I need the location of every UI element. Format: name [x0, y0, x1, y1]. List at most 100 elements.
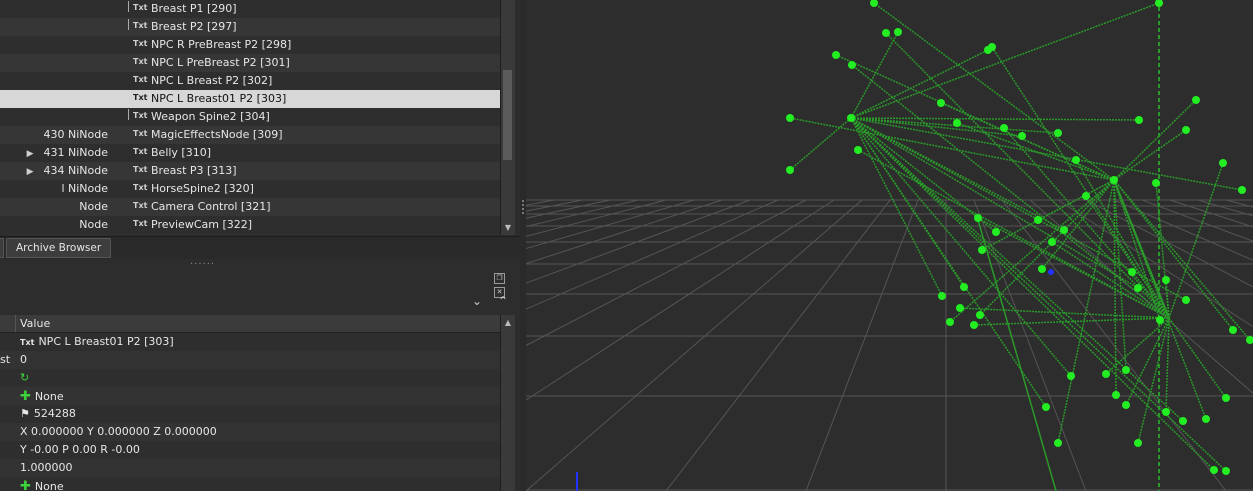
bone-node: [1222, 467, 1230, 475]
bone-link: [977, 219, 1057, 491]
tree-row[interactable]: 430 NiNode Txt MagicEffectsNode [309]: [0, 126, 500, 144]
node-index: [98, 38, 108, 51]
scroll-down-arrow-icon[interactable]: ▼: [503, 223, 513, 233]
text-node-icon: Txt: [133, 147, 148, 156]
tree-scrollbar-thumb[interactable]: [503, 70, 512, 160]
grid-line: [526, 199, 779, 310]
node-name: Belly [310]: [151, 146, 212, 159]
bone-node: [974, 214, 982, 222]
bone-node: [1060, 226, 1068, 234]
bone-node: [1082, 192, 1090, 200]
node-index: [98, 110, 108, 123]
tab-hidden[interactable]: [0, 238, 4, 258]
bone-node: [1162, 276, 1170, 284]
splitter-grip-icon[interactable]: ......: [190, 256, 215, 267]
bone-link: [1113, 179, 1170, 319]
tree-scrollbar[interactable]: ▼: [500, 0, 515, 235]
tree-row[interactable]: ▶ 431 NiNode Txt Belly [310]: [0, 144, 500, 162]
property-row[interactable]: st 0: [0, 351, 500, 369]
property-row[interactable]: ✚ None: [0, 387, 500, 405]
grid-line: [665, 199, 891, 491]
tree-row[interactable]: Node Txt PreviewCam [322]: [0, 216, 500, 234]
property-row[interactable]: ⚑ 524288: [0, 405, 500, 423]
bone-node: [970, 321, 978, 329]
value-column-header[interactable]: Value: [20, 317, 50, 330]
node-tree[interactable]: Txt Breast P1 [290] Txt Breast P2 [297] Txt N…: [0, 0, 500, 235]
tree-row[interactable]: Txt Weapon Spine2 [304]: [0, 108, 500, 126]
tree-row[interactable]: Txt Breast P1 [290]: [0, 0, 500, 18]
bone-node: [946, 318, 954, 326]
property-value: Txt NPC L Breast01 P2 [303]: [20, 335, 174, 348]
node-index: Node: [79, 218, 108, 231]
property-row[interactable]: Y -0.00 P 0.00 R -0.00: [0, 441, 500, 459]
bone-node: [1182, 296, 1190, 304]
tree-row[interactable]: Txt Breast P2 [297]: [0, 18, 500, 36]
property-value: X 0.000000 Y 0.000000 Z 0.000000: [20, 425, 217, 438]
tree-row[interactable]: Txt NPC L Breast P2 [302]: [0, 72, 500, 90]
node-index: Node: [79, 200, 108, 213]
tree-row[interactable]: l NiNode Txt HorseSpine2 [320]: [0, 180, 500, 198]
bone-node: [1038, 265, 1046, 273]
dock-tab-bar: Archive Browser: [0, 236, 520, 259]
bone-link: [850, 49, 989, 119]
text-node-icon: Txt: [133, 93, 148, 102]
bone-link: [1051, 241, 1170, 319]
tree-row[interactable]: Txt NPC R PreBreast P2 [298]: [0, 36, 500, 54]
text-node-icon: Txt: [133, 219, 148, 228]
expand-arrow-icon[interactable]: ▶: [27, 149, 34, 159]
property-row[interactable]: 1.000000: [0, 459, 500, 477]
bone-node: [894, 28, 902, 36]
scene-canvas[interactable]: [526, 0, 1253, 491]
bone-node: [1102, 370, 1110, 378]
tree-row[interactable]: ▶ 434 NiNode Txt Breast P3 [313]: [0, 162, 500, 180]
bone-link: [1113, 179, 1117, 396]
property-value: ✚ None: [20, 479, 64, 491]
tree-row[interactable]: Txt NPC L Breast01 P2 [303]: [0, 90, 500, 108]
bone-link: [873, 2, 1115, 181]
bone-node: [1222, 394, 1230, 402]
bone-node: [1067, 372, 1075, 380]
bone-node: [1202, 415, 1210, 423]
bone-node: [976, 311, 984, 319]
selected-node-marker: [1048, 269, 1054, 275]
property-row[interactable]: ✚ None: [0, 477, 500, 491]
bone-node: [1155, 0, 1163, 7]
node-name: MagicEffectsNode [309]: [151, 128, 283, 141]
refresh-icon: ↻: [20, 371, 30, 384]
property-row[interactable]: ↻: [0, 369, 500, 387]
node-name: NPC R PreBreast P2 [298]: [151, 38, 292, 51]
bone-node: [1072, 156, 1080, 164]
bone-node: [938, 292, 946, 300]
bone-node: [1210, 466, 1218, 474]
3d-viewport[interactable]: [526, 0, 1253, 491]
node-index: [98, 92, 108, 105]
scroll-up-arrow-icon[interactable]: ▲: [503, 318, 513, 328]
expand-all-icon[interactable]: ⌃: [498, 294, 508, 308]
bone-node: [978, 246, 986, 254]
bone-link: [850, 2, 1160, 119]
bone-node: [1134, 439, 1142, 447]
bone-node: [854, 146, 862, 154]
bone-node: [1034, 216, 1042, 224]
node-index: ▶ 434 NiNode: [26, 164, 108, 177]
bone-node: [984, 46, 992, 54]
expand-arrow-icon[interactable]: ▶: [27, 167, 34, 177]
property-row[interactable]: Txt NPC L Breast01 P2 [303]: [0, 333, 500, 351]
collapse-all-icon[interactable]: ⌄: [472, 294, 482, 308]
bone-node: [1156, 316, 1164, 324]
bone-node: [1054, 129, 1062, 137]
text-node-icon: Txt: [133, 75, 148, 84]
text-node-icon: Txt: [127, 109, 148, 120]
grid-line: [526, 199, 667, 237]
property-row[interactable]: X 0.000000 Y 0.000000 Z 0.000000: [0, 423, 500, 441]
float-panel-icon[interactable]: ❐: [494, 273, 505, 284]
tree-row[interactable]: Txt NPC L PreBreast P2 [301]: [0, 54, 500, 72]
bone-node: [1219, 159, 1227, 167]
bone-link: [850, 117, 1140, 121]
property-value: ⚑ 524288: [20, 407, 76, 420]
property-table[interactable]: Value Txt NPC L Breast01 P2 [303] st 0 ↻ ✚ Non…: [0, 315, 500, 491]
grid-line: [526, 199, 611, 219]
tab-archive-browser[interactable]: Archive Browser: [6, 238, 112, 258]
tree-row[interactable]: Node Txt Camera Control [321]: [0, 198, 500, 216]
property-scrollbar[interactable]: ▲: [500, 315, 515, 491]
